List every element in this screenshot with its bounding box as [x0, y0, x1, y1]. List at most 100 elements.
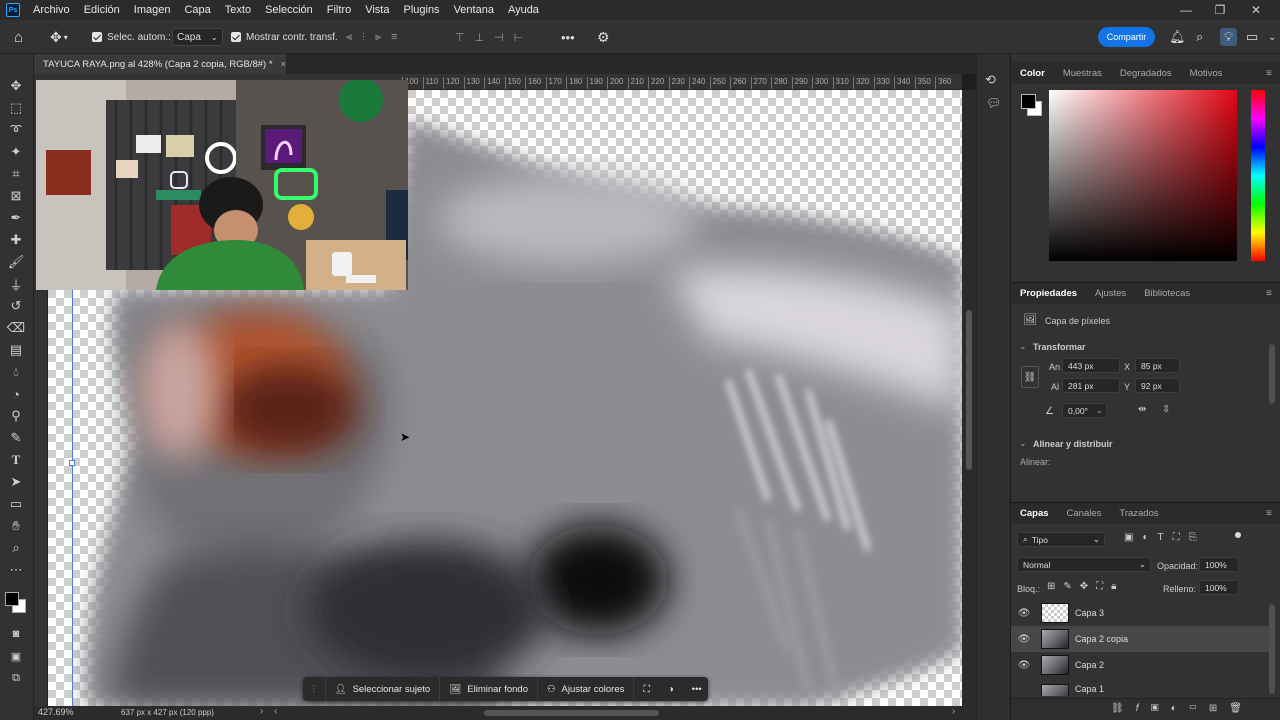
eraser-tool-icon[interactable]: ⌫ — [6, 318, 26, 338]
eye-icon[interactable]: 👁︎ — [1011, 660, 1037, 671]
vertical-scrollbar[interactable] — [962, 90, 976, 706]
tab-capas[interactable]: Capas — [1011, 508, 1058, 519]
hand-tool-icon[interactable]: ✋︎ — [6, 516, 26, 536]
foreground-color-swatch[interactable] — [1021, 94, 1036, 109]
path-selection-tool-icon[interactable]: ➤ — [6, 472, 26, 492]
layer-row[interactable]: 👁︎ Capa 2 — [1011, 652, 1269, 678]
quick-mask-icon[interactable]: ◙ — [6, 624, 26, 644]
menu-ventana[interactable]: Ventana — [447, 0, 501, 20]
crop-tool-icon[interactable]: ⌗ — [6, 164, 26, 184]
stamp-tool-icon[interactable]: ⏚ — [6, 274, 26, 294]
minimize-icon[interactable]: — — [1168, 0, 1204, 20]
show-transform-checkbox[interactable]: Mostrar contr. transf. — [231, 28, 338, 46]
more-tools-icon[interactable]: ⋯ — [6, 560, 26, 580]
align-section-title[interactable]: Alinear y distribuir — [1033, 439, 1113, 449]
dodge-tool-icon[interactable]: ◔ — [6, 384, 26, 404]
menu-vista[interactable]: Vista — [358, 0, 396, 20]
history-brush-tool-icon[interactable]: ↺ — [6, 296, 26, 316]
history-icon[interactable]: ⟲ — [985, 72, 996, 88]
menu-imagen[interactable]: Imagen — [127, 0, 178, 20]
zoom-tool-icon[interactable]: ⌕ — [6, 538, 26, 558]
eyedropper-tool-icon[interactable]: ✒ — [6, 208, 26, 228]
brush-tool-icon[interactable]: 🖌︎ — [6, 252, 26, 272]
chevron-right-icon[interactable]: › — [952, 706, 955, 717]
color-picker-field[interactable] — [1049, 90, 1237, 261]
screen-mode-icon[interactable]: ▣ — [6, 646, 26, 666]
drag-handle-icon[interactable]: ⋮ — [303, 677, 326, 701]
transform-section-title[interactable]: Transformar — [1033, 342, 1086, 352]
layer-row[interactable]: Capa 1 — [1011, 678, 1269, 696]
hue-slider[interactable] — [1251, 90, 1265, 261]
link-icon[interactable]: ⛓ — [1021, 366, 1039, 388]
comments-icon[interactable]: 💬︎ — [986, 96, 1001, 110]
move-tool-icon[interactable]: ✥ — [6, 76, 26, 96]
menu-texto[interactable]: Texto — [218, 0, 258, 20]
opacity-field[interactable]: 100% — [1199, 557, 1239, 572]
blend-mode-dropdown[interactable]: Normal ⌄ — [1017, 557, 1151, 572]
flip-vertical-icon[interactable]: ⇳ — [1162, 404, 1170, 415]
tab-ajustes[interactable]: Ajustes — [1086, 288, 1135, 299]
layers-scroll-thumb[interactable] — [1269, 604, 1275, 694]
height-field[interactable]: 281 px — [1062, 378, 1120, 393]
panel-menu-icon[interactable]: ≡ — [1266, 288, 1272, 299]
scroll-thumb[interactable] — [966, 310, 972, 470]
adjust-colors-button[interactable]: ⚇ Ajustar colores — [538, 677, 635, 701]
restore-icon[interactable]: ❐ — [1202, 0, 1238, 20]
frame-tool-icon[interactable]: ⊠ — [6, 186, 26, 206]
chevron-down-icon[interactable]: ⌄ — [1268, 28, 1276, 46]
tab-canales[interactable]: Canales — [1058, 508, 1111, 519]
document-tab[interactable]: TAYUCA RAYA.png al 428% (Capa 2 copia, R… — [34, 54, 286, 74]
transform-icon[interactable]: ⛶ — [634, 677, 659, 701]
tab-bibliotecas[interactable]: Bibliotecas — [1135, 288, 1199, 299]
filter-toggle-icon[interactable] — [1235, 532, 1241, 538]
pen-tool-icon[interactable]: ✎ — [6, 428, 26, 448]
menu-archivo[interactable]: Archivo — [26, 0, 77, 20]
width-field[interactable]: 443 px — [1062, 358, 1120, 373]
lasso-tool-icon[interactable]: ➰︎ — [6, 120, 26, 140]
rectangle-tool-icon[interactable]: ▭ — [6, 494, 26, 514]
type-tool-icon[interactable]: T — [6, 450, 26, 470]
horizontal-scroll-thumb[interactable] — [484, 710, 659, 716]
menu-filtro[interactable]: Filtro — [320, 0, 358, 20]
layer-filter-icons[interactable]: ▣◐T⛶⎘ — [1124, 532, 1206, 543]
remove-background-button[interactable]: 🖼︎ Eliminar fondo — [440, 677, 538, 701]
foreground-color-swatch[interactable] — [5, 592, 19, 606]
workspace-icon[interactable]: ▭ — [1246, 28, 1258, 46]
tab-muestras[interactable]: Muestras — [1054, 68, 1111, 79]
layer-row[interactable]: 👁︎ Capa 3 — [1011, 600, 1269, 626]
y-field[interactable]: 92 px — [1135, 378, 1180, 393]
chevron-right-icon[interactable]: › — [260, 706, 263, 717]
sponge-tool-icon[interactable]: ⚲ — [6, 406, 26, 426]
chevron-left-icon[interactable]: ‹ — [274, 706, 277, 717]
properties-scroll-thumb[interactable] — [1269, 344, 1275, 404]
layer-actions-icons[interactable]: ⛓𝑓▣◐▭⊞🗑︎ — [1111, 703, 1254, 714]
tab-propiedades[interactable]: Propiedades — [1011, 288, 1086, 299]
blur-tool-icon[interactable]: 💧︎ — [6, 362, 26, 382]
auto-select-checkbox[interactable]: Selec. autom.: — [92, 28, 171, 46]
tab-trazados[interactable]: Trazados — [1110, 508, 1167, 519]
healing-brush-tool-icon[interactable]: ✚ — [6, 230, 26, 250]
flip-horizontal-icon[interactable]: ⇹ — [1138, 404, 1146, 415]
eye-icon[interactable]: 👁︎ — [1011, 634, 1037, 645]
menu-capa[interactable]: Capa — [177, 0, 217, 20]
auto-select-dropdown[interactable]: Capa ⌄ — [172, 28, 223, 46]
tab-degradados[interactable]: Degradados — [1111, 68, 1181, 79]
menu-plugins[interactable]: Plugins — [396, 0, 446, 20]
menu-seleccion[interactable]: Selección — [258, 0, 320, 20]
close-tab-icon[interactable]: × — [281, 59, 287, 70]
move-tool-icon[interactable]: ✥ ▾ — [50, 28, 68, 46]
eye-icon[interactable]: 👁︎ — [1011, 608, 1037, 619]
generative-icon[interactable]: ⧉ — [6, 668, 26, 688]
more-options-button[interactable]: ••• — [561, 28, 575, 46]
bell-icon[interactable]: 🔔︎ — [1169, 28, 1186, 46]
panel-menu-icon[interactable]: ≡ — [1266, 508, 1272, 519]
select-subject-button[interactable]: 👤︎ Seleccionar sujeto — [326, 677, 441, 701]
gradient-tool-icon[interactable]: ▤ — [6, 340, 26, 360]
magic-wand-tool-icon[interactable]: ✦ — [6, 142, 26, 162]
panel-menu-icon[interactable]: ≡ — [1266, 68, 1272, 79]
tab-motivos[interactable]: Motivos — [1181, 68, 1232, 79]
fill-field[interactable]: 100% — [1199, 580, 1239, 595]
tab-color[interactable]: Color — [1011, 68, 1054, 79]
menu-edicion[interactable]: Edición — [77, 0, 127, 20]
menu-ayuda[interactable]: Ayuda — [501, 0, 546, 20]
